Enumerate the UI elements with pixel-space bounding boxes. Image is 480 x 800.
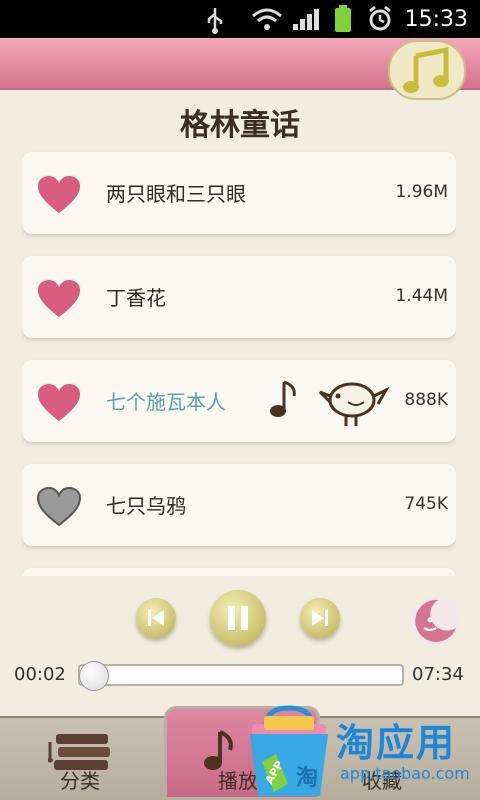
next-icon	[312, 610, 328, 626]
progress-knob[interactable]	[79, 661, 110, 691]
story-row-partial[interactable]	[22, 568, 456, 576]
tab-category[interactable]: 分类	[0, 716, 160, 800]
watermark-glyph: 淘	[296, 766, 319, 791]
status-bar: 15:33	[0, 0, 480, 38]
music-note-icon	[403, 46, 449, 93]
wifi-icon	[252, 8, 282, 30]
story-row-playing[interactable]: 七个施瓦本人 888K	[22, 360, 456, 442]
story-row[interactable]: 两只眼和三只眼 1.96M	[22, 152, 456, 234]
heart-icon[interactable]	[36, 175, 82, 215]
file-size: 745K	[404, 494, 448, 514]
pause-button[interactable]	[210, 590, 266, 646]
elapsed-time: 00:02	[14, 664, 66, 685]
bird-icon	[318, 382, 390, 426]
pause-icon	[228, 606, 248, 630]
progress-track[interactable]	[78, 664, 404, 686]
story-title: 丁香花	[106, 286, 166, 310]
story-list[interactable]: 两只眼和三只眼 1.96M 丁香花 1.44M 七个施瓦本人 888K 七只乌鸦…	[22, 150, 456, 576]
total-time: 07:34	[412, 664, 464, 685]
file-size: 1.96M	[395, 182, 448, 202]
story-title: 七只乌鸦	[106, 494, 186, 518]
signal-icon	[293, 9, 319, 30]
shopping-bag-icon	[250, 705, 328, 796]
story-row[interactable]: 七只乌鸦 745K	[22, 464, 456, 546]
clock: 15:33	[404, 6, 468, 32]
file-size: 1.44M	[395, 286, 448, 306]
previous-button[interactable]	[136, 598, 176, 638]
heart-outline-icon[interactable]	[36, 487, 82, 527]
story-title: 两只眼和三只眼	[106, 182, 246, 206]
alarm-icon	[369, 5, 391, 31]
next-button[interactable]	[300, 598, 340, 638]
music-note-icon	[270, 380, 296, 417]
page-title: 格林童话	[180, 108, 300, 143]
usb-icon	[207, 8, 223, 34]
sleep-timer-icon[interactable]	[408, 594, 462, 648]
tab-label: 分类	[60, 769, 100, 793]
watermark-url: app.taobao.com	[340, 764, 470, 783]
battery-icon	[335, 5, 351, 32]
story-row[interactable]: 丁香花 1.44M	[22, 256, 456, 338]
story-title: 七个施瓦本人	[106, 390, 226, 414]
heart-icon[interactable]	[36, 383, 82, 423]
file-size: 888K	[404, 390, 448, 410]
music-badge[interactable]	[388, 40, 466, 100]
taobao-app-watermark: APP 淘 淘应用 app.taobao.com	[244, 704, 480, 800]
heart-icon[interactable]	[36, 279, 82, 319]
watermark-title: 淘应用	[336, 721, 457, 765]
previous-icon	[148, 610, 164, 626]
